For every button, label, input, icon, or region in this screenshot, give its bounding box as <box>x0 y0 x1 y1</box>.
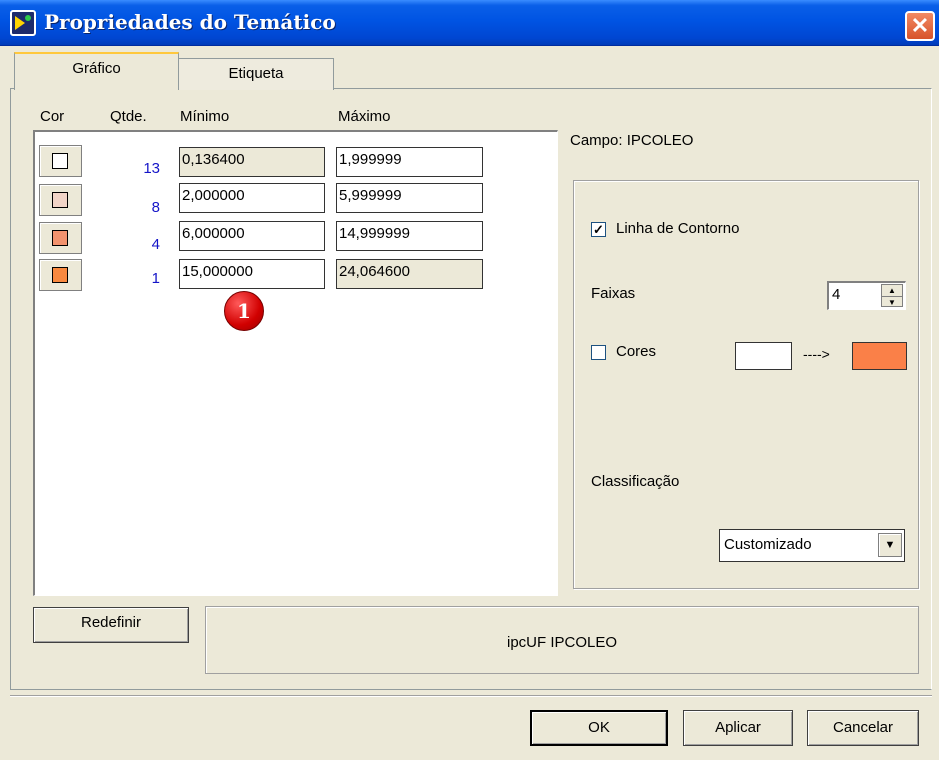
row-qty: 4 <box>151 236 160 253</box>
spin-down-icon[interactable]: ▼ <box>882 296 902 307</box>
linha-contorno-checkbox[interactable]: ✓ <box>591 222 606 237</box>
annotation-marker: 1 <box>224 291 264 331</box>
classificacao-label: Classificação <box>591 473 680 490</box>
redefinir-button[interactable]: Redefinir <box>33 607 189 643</box>
linha-contorno-label[interactable]: Linha de Contorno <box>616 220 739 237</box>
row-qty: 1 <box>151 270 160 287</box>
classificacao-value[interactable]: Customizado <box>724 536 812 553</box>
row-qty: 13 <box>143 160 160 177</box>
maximo-field[interactable]: 24,064600 <box>336 259 483 289</box>
aplicar-button[interactable]: Aplicar <box>683 710 793 746</box>
maximo-field[interactable]: 1,999999 <box>336 147 483 177</box>
column-header-minimo: Mínimo <box>180 108 230 125</box>
color-swatch <box>52 230 68 246</box>
cancelar-button[interactable]: Cancelar <box>807 710 919 746</box>
classificacao-select[interactable]: Customizado ▼ <box>719 529 905 562</box>
options-group <box>573 180 919 589</box>
faixas-label: Faixas <box>591 285 636 302</box>
maximo-field[interactable]: 14,999999 <box>336 221 483 251</box>
spin-up-icon[interactable]: ▲ <box>882 285 902 296</box>
ok-button[interactable]: OK <box>530 710 668 746</box>
info-panel: ipcUF IPCOLEO <box>205 606 919 674</box>
maximo-field[interactable]: 5,999999 <box>336 183 483 213</box>
dropdown-arrow-icon[interactable]: ▼ <box>878 533 902 557</box>
color-arrow: ----> <box>803 346 830 362</box>
color-to-button[interactable] <box>852 342 907 370</box>
close-button[interactable]: ✕ <box>905 11 935 41</box>
color-button[interactable] <box>39 222 82 254</box>
column-header-cor: Cor <box>40 108 65 125</box>
color-button[interactable] <box>39 184 82 216</box>
minimo-field[interactable]: 15,000000 <box>179 259 325 289</box>
campo-label: Campo: IPCOLEO <box>570 132 694 149</box>
separator <box>10 695 932 697</box>
window-title: Propriedades do Temático <box>44 10 336 34</box>
minimo-field[interactable]: 6,000000 <box>179 221 325 251</box>
app-icon <box>10 10 36 36</box>
cores-label[interactable]: Cores <box>616 343 656 360</box>
color-swatch <box>52 267 68 283</box>
color-swatch <box>52 153 68 169</box>
tab-etiqueta[interactable]: Etiqueta <box>178 58 334 90</box>
minimo-field[interactable]: 0,136400 <box>179 147 325 177</box>
spinner-buttons[interactable]: ▲ ▼ <box>881 284 903 307</box>
color-swatch <box>52 192 68 208</box>
minimo-field[interactable]: 2,000000 <box>179 183 325 213</box>
color-from-button[interactable] <box>735 342 792 370</box>
color-button[interactable] <box>39 145 82 177</box>
cores-checkbox[interactable] <box>591 345 606 360</box>
row-qty: 8 <box>151 199 160 216</box>
faixas-value[interactable]: 4 <box>832 286 840 303</box>
color-button[interactable] <box>39 259 82 291</box>
tab-grafico[interactable]: Gráfico <box>14 52 179 90</box>
column-header-maximo: Máximo <box>338 108 391 125</box>
column-header-qtde: Qtde. <box>110 108 147 125</box>
faixas-spinner[interactable]: 4 ▲ ▼ <box>827 281 906 310</box>
